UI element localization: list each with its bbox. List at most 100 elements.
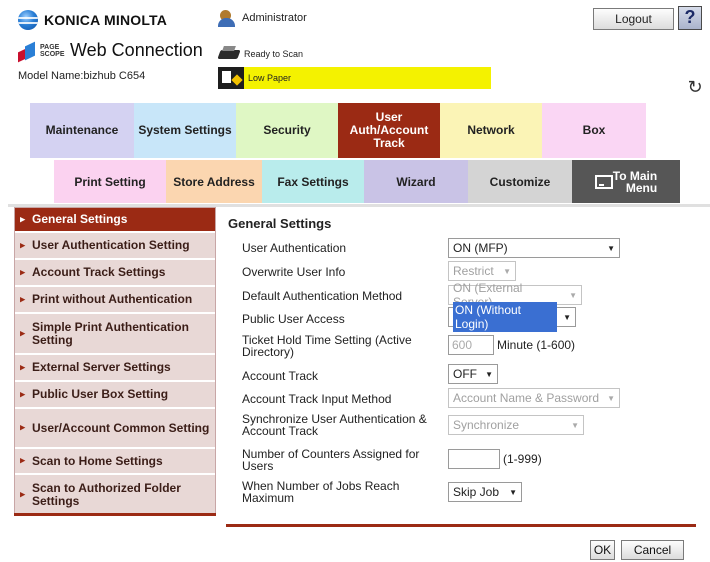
sidebar-item-account-track-settings[interactable]: Account Track Settings bbox=[15, 260, 215, 287]
selected-value: Synchronize bbox=[453, 418, 520, 432]
jobs-maximum-select[interactable]: Skip Job ▼ bbox=[448, 482, 522, 502]
setting-label: Account Track Input Method bbox=[242, 392, 392, 406]
globe-icon bbox=[18, 10, 38, 30]
setting-label: Account Track bbox=[242, 369, 319, 383]
sidebar-item-scan-to-home-settings[interactable]: Scan to Home Settings bbox=[15, 449, 215, 475]
tab-maintenance[interactable]: Maintenance bbox=[30, 103, 134, 158]
overwrite-user-info-select[interactable]: Restrict ▼ bbox=[448, 261, 516, 281]
logout-button[interactable]: Logout bbox=[593, 8, 674, 30]
selected-value: ON (MFP) bbox=[453, 241, 508, 255]
sidebar-item-label: Public User Box Setting bbox=[32, 387, 169, 401]
selected-value: OFF bbox=[453, 367, 477, 381]
scan-status: Ready to Scan bbox=[218, 46, 303, 62]
tab-user-auth-account-track[interactable]: User Auth/Account Track bbox=[338, 103, 440, 158]
selected-value: ON (Without Login) bbox=[453, 302, 558, 332]
user-authentication-select[interactable]: ON (MFP) ▼ bbox=[448, 238, 620, 258]
setting-label: Default Authentication Method bbox=[242, 289, 403, 303]
synchronize-select[interactable]: Synchronize ▼ bbox=[448, 415, 584, 435]
paper-status-text: Low Paper bbox=[248, 73, 292, 83]
setting-label: Number of Counters Assigned for Users bbox=[242, 447, 420, 473]
dropdown-arrow-icon: ▼ bbox=[503, 266, 511, 276]
model-name: Model Name:bizhub C654 bbox=[18, 70, 146, 82]
number-of-counters-input[interactable] bbox=[448, 449, 500, 469]
setting-label: Ticket Hold Time Setting (Active Directo… bbox=[242, 333, 412, 359]
tab-fax-settings[interactable]: Fax Settings bbox=[262, 160, 364, 203]
tab-wizard[interactable]: Wizard bbox=[364, 160, 468, 203]
user-authentication-dropdown[interactable]: ON (MFP) ▼ bbox=[448, 238, 620, 258]
ticket-hold-time-input[interactable] bbox=[448, 335, 494, 355]
tab-box[interactable]: Box bbox=[542, 103, 646, 158]
help-icon[interactable]: ? bbox=[678, 6, 702, 30]
dropdown-arrow-icon: ▼ bbox=[569, 290, 577, 300]
paper-status-bar: Low Paper bbox=[244, 67, 491, 89]
sidebar-item-scan-to-authorized-folder-settings[interactable]: Scan to Authorized Folder Settings bbox=[15, 475, 215, 516]
public-user-access-dropdown[interactable]: ON (Without Login) ▼ bbox=[448, 302, 576, 332]
number-of-counters-unit: (1-999) bbox=[503, 452, 542, 466]
account-track-input-method-dropdown[interactable]: Account Name & Password ▼ bbox=[448, 388, 620, 408]
setting-label: Public User Access bbox=[242, 312, 345, 326]
scan-status-text: Ready to Scan bbox=[244, 49, 304, 59]
sidebar-item-external-server-settings[interactable]: External Server Settings bbox=[15, 355, 215, 382]
refresh-icon[interactable]: ↻ bbox=[686, 78, 704, 96]
sidebar-item-label: Print without Authentication bbox=[32, 292, 193, 306]
sidebar-item-label: External Server Settings bbox=[32, 360, 171, 374]
printer-icon bbox=[218, 46, 240, 62]
sidebar-item-user-authentication-setting[interactable]: User Authentication Setting bbox=[15, 233, 215, 260]
to-main-menu-label: To Main Menu bbox=[612, 168, 658, 195]
setting-label: When Number of Jobs Reach Maximum bbox=[242, 479, 400, 505]
sidebar-item-print-without-authentication[interactable]: Print without Authentication bbox=[15, 287, 215, 314]
low-paper-icon bbox=[218, 67, 244, 89]
sidebar-item-label: Simple Print Authentication Setting bbox=[32, 319, 189, 347]
dropdown-arrow-icon: ▼ bbox=[563, 312, 571, 322]
synchronize-dropdown[interactable]: Synchronize ▼ bbox=[448, 415, 584, 435]
page-title: General Settings bbox=[228, 216, 332, 231]
setting-label: Overwrite User Info bbox=[242, 265, 346, 279]
dropdown-arrow-icon: ▼ bbox=[485, 369, 493, 379]
brand-name: KONICA MINOLTA bbox=[44, 12, 168, 28]
sidebar-item-label: Account Track Settings bbox=[32, 265, 166, 279]
public-user-access-select[interactable]: ON (Without Login) ▼ bbox=[448, 302, 576, 332]
selected-value: Account Name & Password bbox=[453, 391, 600, 405]
secondary-tab-bar: Print Setting Store Address Fax Settings… bbox=[54, 160, 680, 203]
sidebar: General Settings User Authentication Set… bbox=[14, 207, 216, 516]
jobs-maximum-dropdown[interactable]: Skip Job ▼ bbox=[448, 482, 522, 502]
sidebar-item-label: General Settings bbox=[32, 212, 128, 226]
cancel-button[interactable]: Cancel bbox=[621, 540, 684, 560]
administrator-icon bbox=[218, 9, 238, 27]
number-of-counters-control: (1-999) bbox=[448, 449, 542, 469]
sidebar-item-label: User Authentication Setting bbox=[32, 238, 190, 252]
sidebar-item-user-account-common-setting[interactable]: User/Account Common Setting bbox=[15, 409, 215, 449]
tab-system-settings[interactable]: System Settings bbox=[134, 103, 236, 158]
konica-minolta-logo: KONICA MINOLTA bbox=[18, 10, 167, 30]
ok-button[interactable]: OK bbox=[590, 540, 615, 560]
account-track-dropdown[interactable]: OFF ▼ bbox=[448, 364, 498, 384]
account-track-select[interactable]: OFF ▼ bbox=[448, 364, 498, 384]
setting-label: Synchronize User Authentication & Accoun… bbox=[242, 412, 427, 438]
main-menu-icon bbox=[594, 174, 613, 189]
dropdown-arrow-icon: ▼ bbox=[509, 487, 517, 497]
sidebar-item-label: Scan to Home Settings bbox=[32, 453, 163, 468]
user-status: Administrator bbox=[218, 9, 307, 27]
dropdown-arrow-icon: ▼ bbox=[607, 243, 615, 253]
pagescope-text: PAGE SCOPE bbox=[40, 43, 65, 58]
dropdown-arrow-icon: ▼ bbox=[607, 393, 615, 403]
user-name: Administrator bbox=[242, 12, 307, 24]
ticket-hold-time-control: Minute (1-600) bbox=[448, 335, 575, 355]
ticket-hold-time-unit: Minute (1-600) bbox=[497, 338, 576, 352]
tab-print-setting[interactable]: Print Setting bbox=[54, 160, 166, 203]
tab-network[interactable]: Network bbox=[440, 103, 542, 158]
to-main-menu-button[interactable]: To Main Menu bbox=[572, 160, 680, 203]
sidebar-item-general-settings[interactable]: General Settings bbox=[15, 208, 215, 233]
dropdown-arrow-icon: ▼ bbox=[571, 420, 579, 430]
sidebar-item-public-user-box-setting[interactable]: Public User Box Setting bbox=[15, 382, 215, 409]
tab-security[interactable]: Security bbox=[236, 103, 338, 158]
sidebar-item-label: User/Account Common Setting bbox=[32, 420, 210, 435]
setting-label: User Authentication bbox=[242, 241, 347, 255]
web-connection-logo: PAGE SCOPE Web Connection bbox=[18, 40, 203, 62]
overwrite-user-info-dropdown[interactable]: Restrict ▼ bbox=[448, 261, 516, 281]
pagescope-icon bbox=[18, 41, 36, 62]
tab-customize[interactable]: Customize bbox=[468, 160, 572, 203]
tab-store-address[interactable]: Store Address bbox=[166, 160, 262, 203]
sidebar-item-simple-print-authentication-setting[interactable]: Simple Print Authentication Setting bbox=[15, 314, 215, 355]
account-track-input-method-select[interactable]: Account Name & Password ▼ bbox=[448, 388, 620, 408]
